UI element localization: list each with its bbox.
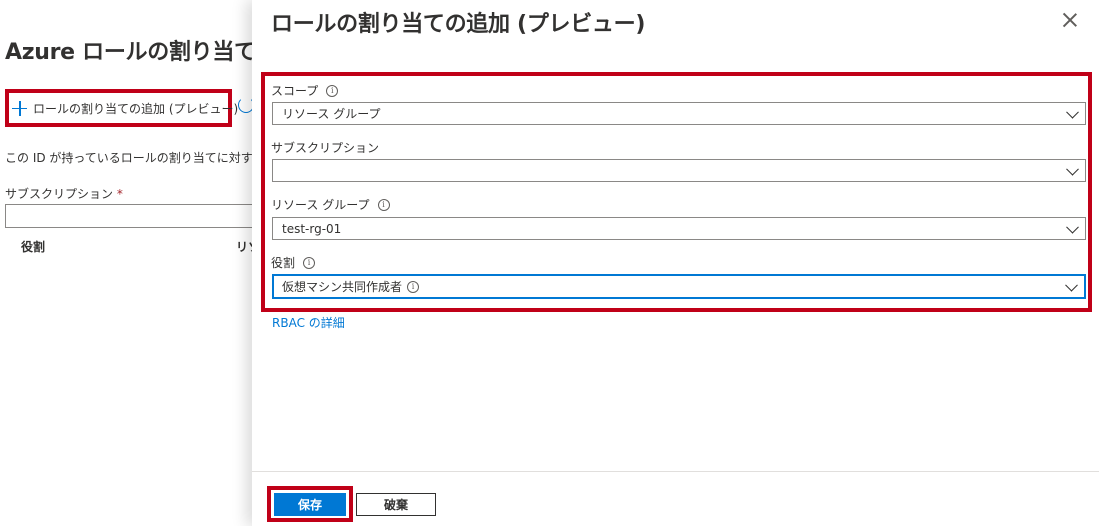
subscription-field-label: サブスクリプション	[271, 139, 379, 156]
resource-group-label-text: リソース グループ	[271, 198, 370, 212]
role-label: 役割 i	[271, 254, 316, 271]
chevron-down-icon	[1066, 162, 1079, 176]
subscription-label-text: サブスクリプション	[5, 187, 114, 201]
page-title: Azure ロールの割り当て	[5, 40, 256, 65]
plus-icon	[12, 100, 27, 116]
add-role-assignment-panel: ロールの割り当ての追加 (プレビュー) スコープ i リソース グループ サブス…	[252, 0, 1099, 526]
info-icon[interactable]: i	[407, 280, 420, 293]
background-page: Azure ロールの割り当て ロールの割り当ての追加 (プレビュー) この ID…	[0, 0, 270, 526]
info-icon[interactable]: i	[303, 256, 316, 269]
role-value: 仮想マシン共同作成者	[282, 280, 403, 294]
resource-group-value: test-rg-01	[282, 221, 342, 236]
required-mark: *	[116, 187, 123, 201]
chevron-down-icon	[1066, 105, 1079, 119]
close-icon[interactable]	[1062, 12, 1078, 28]
info-icon[interactable]: i	[326, 84, 339, 97]
role-dropdown[interactable]: 仮想マシン共同作成者 i	[272, 274, 1086, 299]
save-button[interactable]: 保存	[274, 493, 346, 516]
resource-group-dropdown[interactable]: test-rg-01	[272, 217, 1086, 240]
scope-value: リソース グループ	[282, 107, 381, 121]
chevron-down-icon	[1065, 278, 1078, 292]
rbac-details-link[interactable]: RBAC の詳細	[272, 314, 345, 331]
subscription-label: サブスクリプション *	[5, 185, 123, 202]
footer-divider	[252, 471, 1099, 472]
panel-title: ロールの割り当ての追加 (プレビュー)	[271, 12, 646, 37]
chevron-down-icon	[1066, 220, 1079, 234]
info-icon[interactable]: i	[377, 198, 390, 211]
subscription-dropdown[interactable]	[5, 204, 265, 228]
add-role-assignment-label: ロールの割り当ての追加 (プレビュー)	[33, 101, 239, 116]
scope-label-text: スコープ	[271, 84, 319, 98]
subscription-field-label-text: サブスクリプション	[271, 141, 380, 155]
discard-button[interactable]: 破棄	[356, 493, 436, 516]
scope-label: スコープ i	[271, 82, 339, 99]
description-text: この ID が持っているロールの割り当てに対する読	[5, 151, 270, 165]
role-label-text: 役割	[271, 256, 296, 270]
resource-group-label: リソース グループ i	[271, 196, 390, 213]
column-header-role[interactable]: 役割	[21, 238, 45, 255]
scope-dropdown[interactable]: リソース グループ	[272, 102, 1086, 125]
subscription-field-dropdown[interactable]	[272, 159, 1086, 182]
add-role-assignment-button[interactable]: ロールの割り当ての追加 (プレビュー)	[12, 96, 238, 120]
